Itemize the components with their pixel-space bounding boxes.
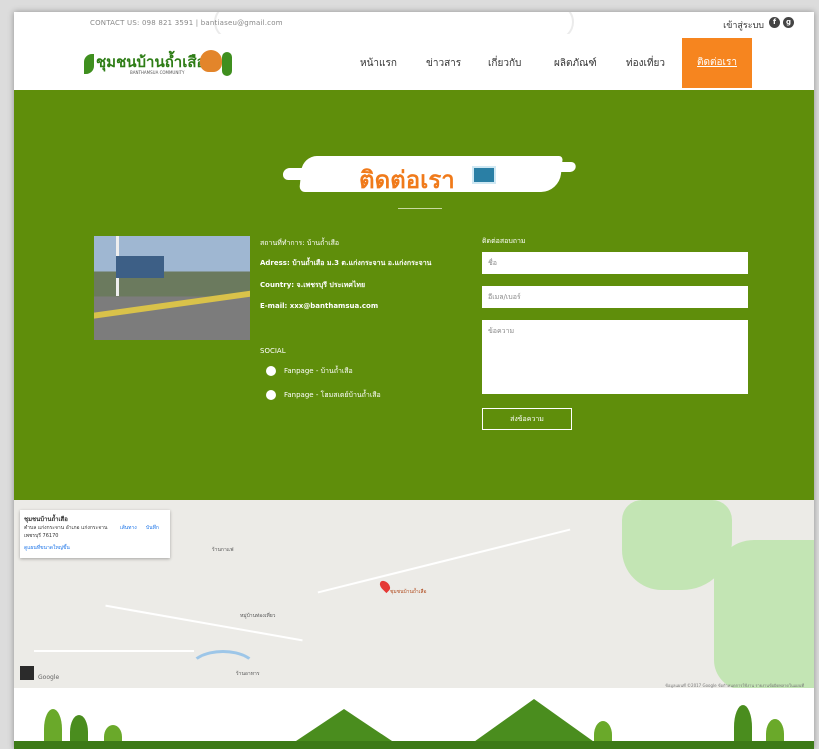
country-text: Country: จ.เพชรบุรี ประเทศไทย	[260, 281, 366, 289]
tiger-icon	[200, 50, 222, 72]
google-plus-icon[interactable]: g	[783, 17, 794, 28]
email-text: E-mail: xxx@banthamsua.com	[260, 302, 379, 310]
login-link[interactable]: เข้าสู่ระบบ	[723, 18, 764, 32]
directions-link[interactable]: เส้นทาง	[120, 524, 137, 532]
site-logo[interactable]: ชุมชนบ้านถ้ำเสือ BANTHAMSUA COMMUNITY	[84, 48, 234, 78]
location-text: สถานที่ทำการ: บ้านถ้ำเสือ	[260, 239, 340, 247]
top-bar: CONTACT US: 098 821 3591 | bantiaseu@gma…	[14, 12, 814, 34]
contact-section: ติดต่อเรา สถานที่ทำการ: บ้านถ้ำเสือ Adre…	[14, 90, 814, 502]
facebook-icon	[266, 390, 276, 400]
name-input[interactable]: ชื่อ	[482, 252, 748, 274]
browser-page: CONTACT US: 098 821 3591 | bantiaseu@gma…	[14, 12, 814, 749]
map-road	[105, 604, 303, 642]
larger-map-link[interactable]: ดูแผนที่ขนาดใหญ่ขึ้น	[24, 544, 70, 552]
send-button[interactable]: ส่งข้อความ	[482, 408, 572, 430]
contact-info: CONTACT US: 098 821 3591 | bantiaseu@gma…	[90, 19, 283, 27]
location-photo	[94, 236, 250, 340]
ground-strip	[14, 741, 814, 749]
save-link[interactable]: บันทึก	[146, 524, 159, 532]
page-title: ติดต่อเรา	[359, 166, 455, 194]
logo-leaf-icon	[84, 54, 94, 74]
footer-scenery	[14, 688, 814, 749]
facebook-icon[interactable]: f	[769, 17, 780, 28]
email-input[interactable]: อีเมล/เบอร์	[482, 286, 748, 308]
map-label-cafe: ร้านกาแฟ	[212, 547, 234, 553]
fanpage-link-1[interactable]: Fanpage - บ้านถ้ำเสือ	[266, 366, 353, 377]
nav-item-news[interactable]: ข่าวสาร	[426, 56, 461, 71]
fanpage-label-1: Fanpage - บ้านถ้ำเสือ	[284, 367, 353, 375]
nav-item-home[interactable]: หน้าแรก	[360, 56, 397, 71]
map-pin-label: ชุมชนบ้านถ้ำเสือ	[390, 589, 427, 595]
map-forest-area	[714, 540, 814, 690]
fanpage-label-2: Fanpage - โฮมสเตย์บ้านถ้ำเสือ	[284, 391, 381, 399]
nav-item-travel[interactable]: ท่องเที่ยว	[626, 56, 665, 71]
map-label-village: หมู่บ้านท่องเที่ยว	[240, 613, 276, 619]
map-info-card: ชุมชนบ้านถ้ำเสือ ตำบล แก่งกระจาน อำเภอ แ…	[20, 510, 170, 558]
nav-item-products[interactable]: ผลิตภัณฑ์	[554, 56, 597, 71]
tree-icon	[222, 52, 232, 76]
nav-item-contact[interactable]: ติดต่อเรา	[682, 38, 752, 88]
map-road	[34, 650, 194, 652]
nav-item-about[interactable]: เกี่ยวกับ	[488, 56, 521, 71]
google-map[interactable]: ชุมชนบ้านถ้ำเสือ ตำบล แก่งกระจาน อำเภอ แ…	[14, 500, 814, 690]
facebook-icon	[266, 366, 276, 376]
contact-card-icon	[472, 166, 496, 184]
form-title: ติดต่อสอบถาม	[482, 237, 526, 245]
fanpage-link-2[interactable]: Fanpage - โฮมสเตย์บ้านถ้ำเสือ	[266, 390, 381, 401]
social-heading: SOCIAL	[260, 347, 286, 355]
map-type-button[interactable]	[20, 666, 34, 680]
map-card-title: ชุมชนบ้านถ้ำเสือ	[24, 516, 68, 523]
google-logo: Google	[38, 674, 60, 681]
map-road	[317, 528, 571, 594]
screenshot-frame: CONTACT US: 098 821 3591 | bantiaseu@gma…	[0, 0, 819, 749]
map-card-address: ตำบล แก่งกระจาน อำเภอ แก่งกระจาน เพชรบุร…	[24, 525, 108, 539]
logo-subtitle: BANTHAMSUA COMMUNITY	[130, 70, 185, 75]
title-divider	[398, 208, 442, 209]
main-navigation: ชุมชนบ้านถ้ำเสือ BANTHAMSUA COMMUNITY หน…	[14, 34, 814, 92]
message-textarea[interactable]: ข้อความ	[482, 320, 748, 394]
address-text: Adress: บ้านถ้ำเสือ ม.3 ต.แก่งกระจาน อ.แ…	[260, 259, 432, 267]
photo-house	[116, 256, 164, 278]
map-label-restaurant: ร้านอาหาร	[236, 671, 260, 677]
